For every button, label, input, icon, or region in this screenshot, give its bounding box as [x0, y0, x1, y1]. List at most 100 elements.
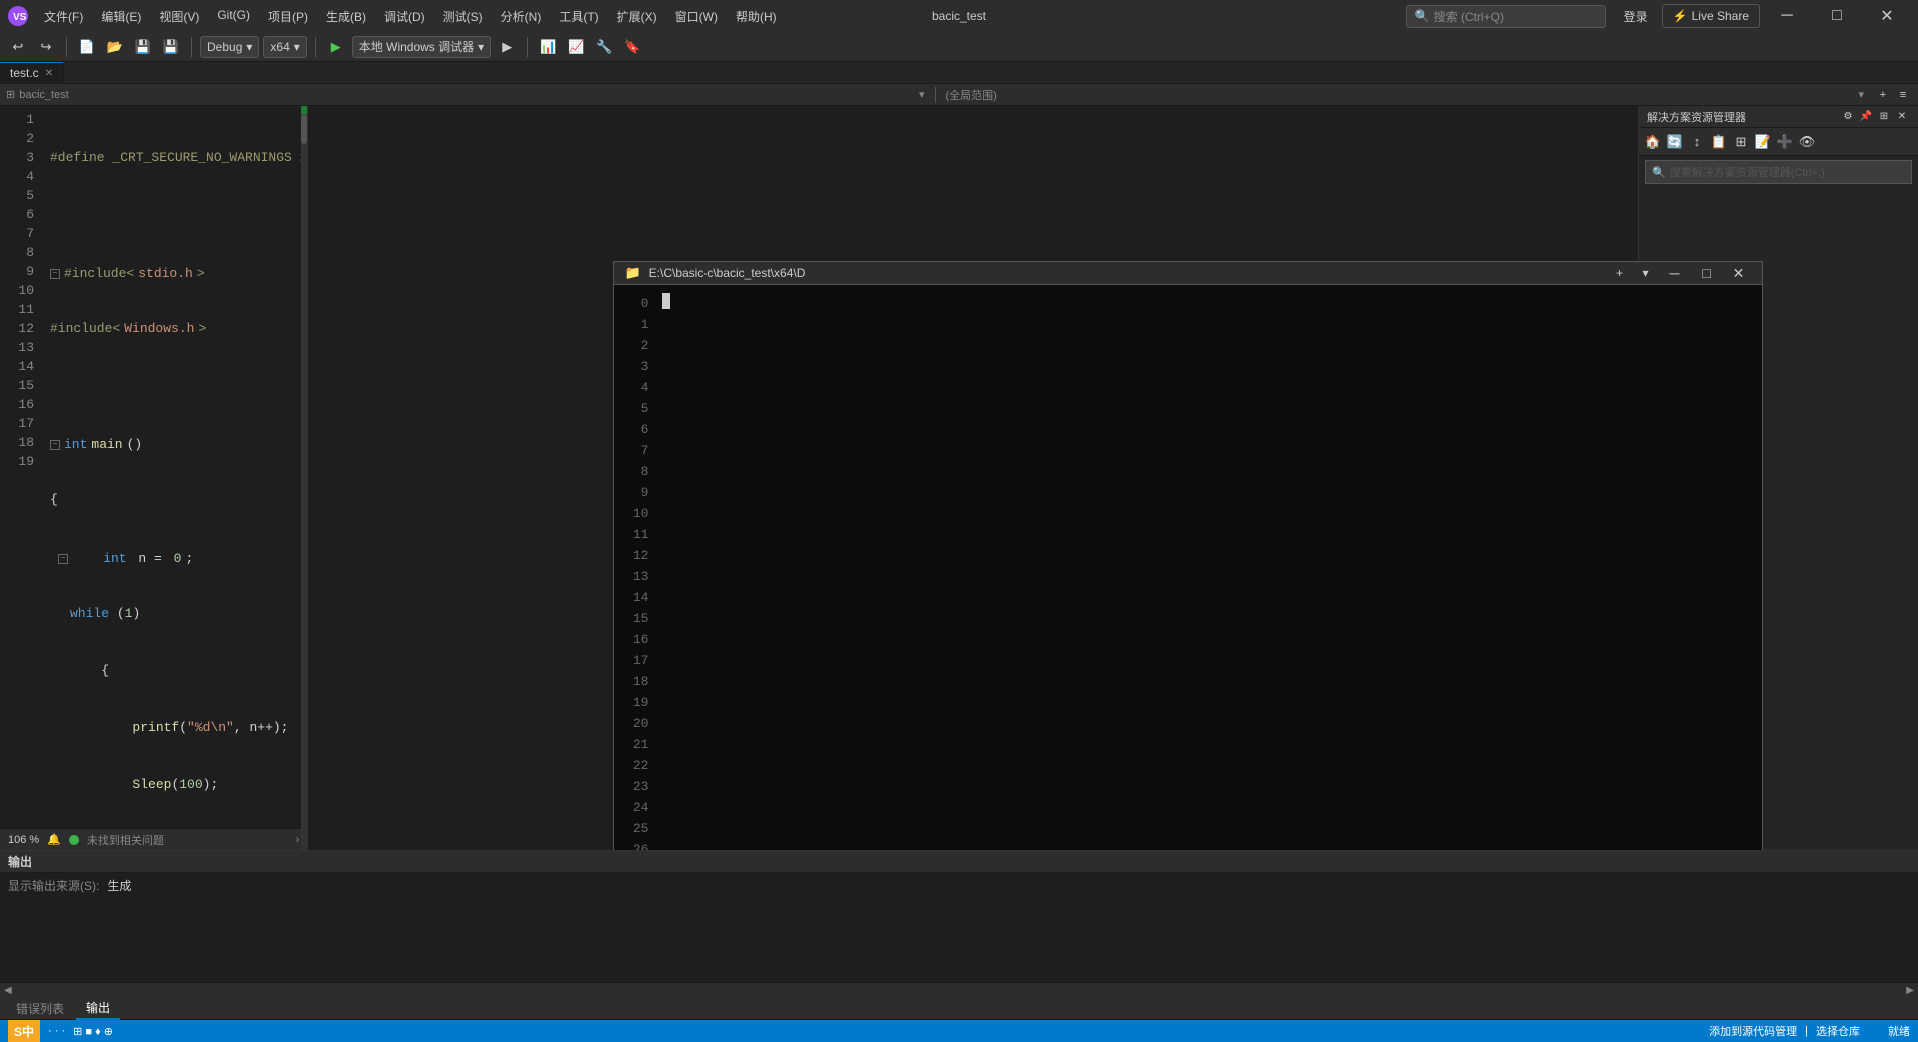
output-header: 输出 — [8, 853, 32, 870]
bookmark-button[interactable]: 🔖 — [620, 36, 644, 58]
save-button[interactable]: 💾 — [131, 36, 155, 58]
debug-config-dropdown[interactable]: Debug ▾ — [200, 36, 259, 58]
sol-properties[interactable]: 📋 — [1709, 132, 1729, 152]
sol-pending[interactable]: 📝 — [1753, 132, 1773, 152]
solution-search-placeholder: 搜索解决方案资源管理器(Ctrl+;) — [1670, 164, 1825, 180]
run-label: 本地 Windows 调试器 — [359, 38, 474, 55]
terminal-minimize[interactable]: ─ — [1660, 262, 1688, 284]
fold-indicator-8[interactable]: − — [58, 554, 68, 564]
status-lang-indicator: S中 — [14, 1023, 34, 1040]
open-file-button[interactable]: 📂 — [103, 36, 127, 58]
bell-icon: 🔔 — [47, 833, 61, 846]
tab-output[interactable]: 输出 — [76, 997, 120, 1020]
menu-debug[interactable]: 调试(D) — [376, 4, 433, 29]
minimize-button[interactable]: ─ — [1764, 0, 1810, 32]
terminal-body[interactable] — [654, 285, 1762, 850]
live-share-label: Live Share — [1692, 9, 1749, 23]
code-text[interactable]: #define _CRT_SECURE_NO_WARNINGS 1 −#incl… — [40, 106, 307, 828]
no-issues-label: 未找到相关问题 — [87, 832, 164, 848]
solution-settings[interactable]: ⚙ — [1840, 109, 1856, 125]
menu-edit[interactable]: 编辑(E) — [93, 4, 149, 29]
terminal-new-tab[interactable]: + — [1608, 262, 1630, 284]
menu-bar: 文件(F) 编辑(E) 视图(V) Git(G) 项目(P) 生成(B) 调试(… — [36, 4, 1398, 29]
editor-content-area[interactable]: 1 2 3 4 5 6 7 8 9 10 11 12 13 14 15 16 1 — [0, 106, 307, 828]
menu-extensions[interactable]: 扩展(X) — [609, 4, 665, 29]
scroll-right-btn[interactable]: ▶ — [1906, 985, 1914, 996]
menu-test[interactable]: 测试(S) — [435, 4, 491, 29]
title-bar-right: bacic_test 登录 ⚡ Live Share ─ □ ✕ — [1614, 0, 1910, 32]
zoom-level[interactable]: 106 % — [8, 834, 39, 846]
window-title: bacic_test — [932, 9, 986, 23]
solution-dock[interactable]: ⊞ — [1876, 109, 1892, 125]
terminal-close[interactable]: ✕ — [1724, 262, 1752, 284]
diagnostics-button[interactable]: 📊 — [536, 36, 560, 58]
tab-close-button[interactable]: ✕ — [45, 68, 53, 79]
solution-close[interactable]: ✕ — [1894, 109, 1910, 125]
solution-title: 解决方案资源管理器 — [1647, 109, 1746, 125]
app-logo: VS — [8, 6, 28, 26]
sol-filter[interactable]: ⊞ — [1731, 132, 1751, 152]
platform-dropdown[interactable]: x64 ▾ — [263, 36, 306, 58]
menu-window[interactable]: 窗口(W) — [667, 4, 726, 29]
scope-dropdown-arrow[interactable]: ▾ — [1858, 88, 1864, 101]
add-to-source-label[interactable]: 添加到源代码管理 — [1709, 1023, 1797, 1039]
title-bar: VS 文件(F) 编辑(E) 视图(V) Git(G) 项目(P) 生成(B) … — [0, 0, 1918, 32]
terminal-dropdown[interactable]: ▾ — [1634, 262, 1656, 284]
file-tab-test-c[interactable]: test.c ✕ — [0, 62, 64, 84]
scope-arrow[interactable]: ▾ — [919, 88, 925, 101]
terminal-path: E:\C\basic-c\bacic_test\x64\D — [649, 266, 1601, 280]
output-source-row: 显示输出来源(S): 生成 — [0, 873, 1918, 898]
editor-scrollbar[interactable] — [301, 106, 307, 828]
debug-config-arrow: ▾ — [246, 40, 252, 54]
menu-project[interactable]: 项目(P) — [260, 4, 316, 29]
scroll-arrow[interactable]: › — [296, 834, 300, 846]
run-button[interactable]: ▶ — [324, 36, 348, 58]
menu-tools[interactable]: 工具(T) — [551, 4, 606, 29]
redo-button[interactable]: ↪ — [34, 36, 58, 58]
solution-search-box[interactable]: 🔍 搜索解决方案资源管理器(Ctrl+;) — [1645, 160, 1912, 184]
status-bar: S中 · · · ⊞ ■ ♦ ⊕ 添加到源代码管理 | 选择仓库 就绪 — [0, 1020, 1918, 1042]
run-label-dropdown[interactable]: 本地 Windows 调试器 ▾ — [352, 36, 491, 58]
scope-label: (全局范围) — [946, 87, 997, 103]
undo-button[interactable]: ↩ — [6, 36, 30, 58]
menu-help[interactable]: 帮助(H) — [728, 4, 785, 29]
solution-pin[interactable]: 📌 — [1858, 109, 1874, 125]
run-arrow: ▾ — [478, 40, 484, 54]
select-repo-label[interactable]: 选择仓库 — [1816, 1023, 1860, 1039]
global-search[interactable]: 🔍 搜索 (Ctrl+Q) — [1406, 5, 1606, 28]
fold-indicator-6[interactable]: − — [50, 440, 60, 450]
perf-button[interactable]: 📈 — [564, 36, 588, 58]
bottom-panels: 输出 显示输出来源(S): 生成 ◀ ▶ 错误列表 输出 — [0, 850, 1918, 1020]
status-left: S中 · · · ⊞ ■ ♦ ⊕ — [8, 1020, 113, 1042]
sol-refresh[interactable]: 🔄 — [1665, 132, 1685, 152]
tools-button[interactable]: 🔧 — [592, 36, 616, 58]
maximize-button[interactable]: □ — [1814, 0, 1860, 32]
menu-git[interactable]: Git(G) — [209, 4, 258, 29]
menu-analyze[interactable]: 分析(N) — [493, 4, 550, 29]
continue-button[interactable]: ▶ — [495, 36, 519, 58]
menu-file[interactable]: 文件(F) — [36, 4, 91, 29]
terminal-maximize[interactable]: □ — [1692, 262, 1720, 284]
new-file-button[interactable]: 📄 — [75, 36, 99, 58]
menu-view[interactable]: 视图(V) — [151, 4, 207, 29]
toolbar-sep-4 — [527, 37, 528, 57]
scroll-left-btn[interactable]: ◀ — [4, 985, 12, 996]
sol-collapse[interactable]: ↕ — [1687, 132, 1707, 152]
project-name: bacic_test — [19, 89, 69, 101]
sol-show-all[interactable]: 👁 — [1797, 132, 1817, 152]
menu-build[interactable]: 生成(B) — [318, 4, 374, 29]
svg-text:VS: VS — [13, 12, 27, 23]
terminal-line-numbers: 01234 56789 1011121314 1516171819 202122… — [614, 285, 654, 850]
add-tab-button[interactable]: + — [1874, 86, 1892, 104]
sol-add[interactable]: ➕ — [1775, 132, 1795, 152]
scroll-tabs-button[interactable]: ≡ — [1894, 86, 1912, 104]
login-button[interactable]: 登录 — [1614, 4, 1658, 29]
close-button[interactable]: ✕ — [1864, 0, 1910, 32]
debug-config-label: Debug — [207, 40, 242, 54]
solution-search-icon: 🔍 — [1652, 166, 1666, 179]
fold-indicator-3[interactable]: − — [50, 269, 60, 279]
sol-home[interactable]: 🏠 — [1643, 132, 1663, 152]
tab-error-list[interactable]: 错误列表 — [6, 998, 74, 1019]
save-all-button[interactable]: 💾 — [159, 36, 183, 58]
live-share-button[interactable]: ⚡ Live Share — [1662, 4, 1760, 28]
